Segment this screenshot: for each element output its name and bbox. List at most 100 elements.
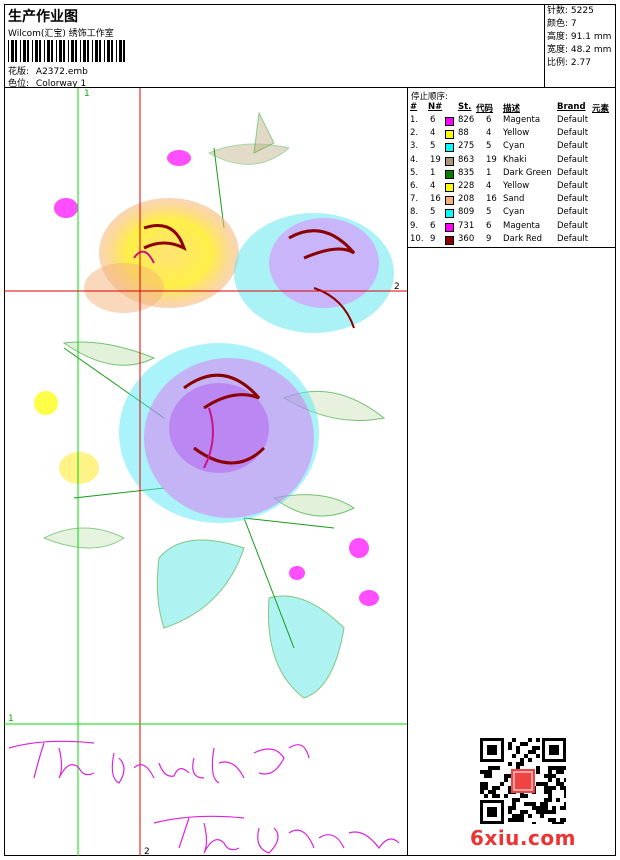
stop-index: 10. [410, 233, 424, 244]
stop-brand: Default [557, 167, 589, 178]
stat-scale: 比例: 2.77 [547, 58, 591, 68]
stop-stitches: 208 [458, 194, 475, 205]
stop-code: 5 [486, 207, 492, 218]
color-swatch [445, 130, 454, 140]
color-swatch [445, 196, 454, 206]
barcode [8, 40, 125, 62]
stop-needle: 19 [430, 154, 441, 165]
stop-code: 9 [486, 233, 492, 244]
col-header-stitches: St. [458, 102, 472, 112]
yellow-rose [84, 198, 239, 313]
stop-needle: 5 [430, 207, 436, 218]
center-rose [119, 343, 319, 523]
guide-label-h1: 1 [8, 714, 14, 724]
stop-row: 1. 6 826 6 Magenta Default [408, 115, 616, 128]
col-header-code: 代码 [476, 104, 494, 114]
stop-index: 9. [410, 220, 419, 231]
stop-description: Yellow [503, 128, 530, 139]
stop-description: Cyan [503, 141, 525, 152]
stop-description: Dark Green [503, 167, 552, 178]
stop-stitches: 360 [458, 233, 475, 244]
stop-brand: Default [557, 233, 589, 244]
stop-needle: 4 [430, 128, 436, 139]
stop-row: 10. 9 360 9 Dark Red Default [408, 234, 616, 247]
stop-needle: 6 [430, 220, 436, 231]
stop-needle: 6 [430, 115, 436, 125]
stop-code: 16 [486, 194, 497, 205]
stop-code: 6 [486, 220, 492, 231]
page-title: 生产作业图 [8, 9, 78, 25]
qr-code [480, 738, 566, 824]
stop-code: 4 [486, 181, 492, 191]
stat-colors: 颜色: 7 [547, 19, 577, 29]
stop-stitches: 731 [458, 220, 475, 231]
stat-stitches: 针数: 5225 [547, 6, 594, 16]
color-swatch [445, 209, 454, 219]
stop-stitches: 863 [458, 154, 475, 165]
stop-code: 6 [486, 115, 492, 125]
stop-stitches: 88 [458, 128, 469, 139]
stop-brand: Default [557, 181, 589, 191]
stop-description: Cyan [503, 207, 525, 218]
stop-brand: Default [557, 194, 589, 205]
stop-code: 4 [486, 128, 492, 139]
col-header-element: 元素 [592, 104, 610, 114]
stop-brand: Default [557, 207, 589, 218]
stop-brand: Default [557, 115, 589, 125]
color-swatch [445, 143, 454, 153]
stop-row: 5. 1 835 1 Dark Green Default [408, 168, 616, 181]
stop-row: 8. 5 809 5 Cyan Default [408, 207, 616, 220]
stop-brand: Default [557, 220, 589, 231]
cyan-rose-top [234, 213, 394, 333]
stop-sequence-table: 停止顺序: # N# St. 代码 描述 Brand 元素 1. 6 826 6 Mag… [408, 88, 616, 248]
stop-stitches: 275 [458, 141, 475, 152]
col-header-needle: N# [428, 102, 443, 112]
stat-width: 宽度: 48.2 mm [547, 45, 612, 55]
signature-script [8, 740, 400, 854]
stop-index: 1. [410, 115, 419, 125]
stop-needle: 9 [430, 233, 436, 244]
stop-description: Sand [503, 194, 525, 205]
stop-code: 1 [486, 167, 492, 178]
stop-index: 4. [410, 154, 419, 165]
stop-needle: 1 [430, 167, 436, 178]
embroidery-artwork: 1 2 1 2 [4, 88, 407, 856]
color-swatch [445, 183, 454, 192]
stop-code: 19 [486, 154, 497, 165]
stop-brand: Default [557, 141, 589, 152]
stop-index: 5. [410, 167, 419, 178]
col-header-index: # [410, 102, 418, 112]
stop-row: 3. 5 275 5 Cyan Default [408, 141, 616, 154]
stop-row: 9. 6 731 6 Magenta Default [408, 221, 616, 234]
stop-code: 5 [486, 141, 492, 152]
stats-panel: 针数: 5225 颜色: 7 高度: 91.1 mm 宽度: 48.2 mm 比… [545, 4, 616, 88]
stop-needle: 5 [430, 141, 436, 152]
stop-description: Yellow [503, 181, 530, 191]
stop-description: Khaki [503, 154, 527, 165]
stop-description: Magenta [503, 115, 541, 125]
stop-brand: Default [557, 154, 589, 165]
header-panel: 生产作业图 Wilcom(汇宝) 绣饰工作室 花版: A2372.emb 色位:… [4, 4, 545, 89]
design-preview: 1 2 1 2 [4, 88, 408, 856]
stop-row: 6. 4 228 4 Yellow Default [408, 181, 616, 194]
stop-stitches: 835 [458, 167, 475, 178]
stop-stitches: 809 [458, 207, 475, 218]
stop-description: Magenta [503, 220, 541, 231]
stat-height: 高度: 91.1 mm [547, 32, 612, 42]
stop-row: 7. 16 208 16 Sand Default [408, 194, 616, 207]
col-header-description: 描述 [503, 104, 521, 114]
stop-row: 4. 19 863 19 Khaki Default [408, 155, 616, 168]
stop-description: Dark Red [503, 233, 543, 244]
guide-label-v1: 1 [84, 89, 90, 99]
watermark: 6xiu.com [470, 826, 576, 850]
color-swatch [445, 156, 454, 166]
stop-brand: Default [557, 128, 589, 139]
color-swatch [445, 117, 454, 126]
stop-index: 7. [410, 194, 419, 205]
guide-label-v2: 2 [144, 847, 150, 856]
stop-needle: 4 [430, 181, 436, 191]
stop-stitches: 228 [458, 181, 475, 191]
stop-needle: 16 [430, 194, 441, 205]
stop-sequence-title: 停止顺序: [411, 92, 448, 102]
color-swatch [445, 222, 454, 232]
